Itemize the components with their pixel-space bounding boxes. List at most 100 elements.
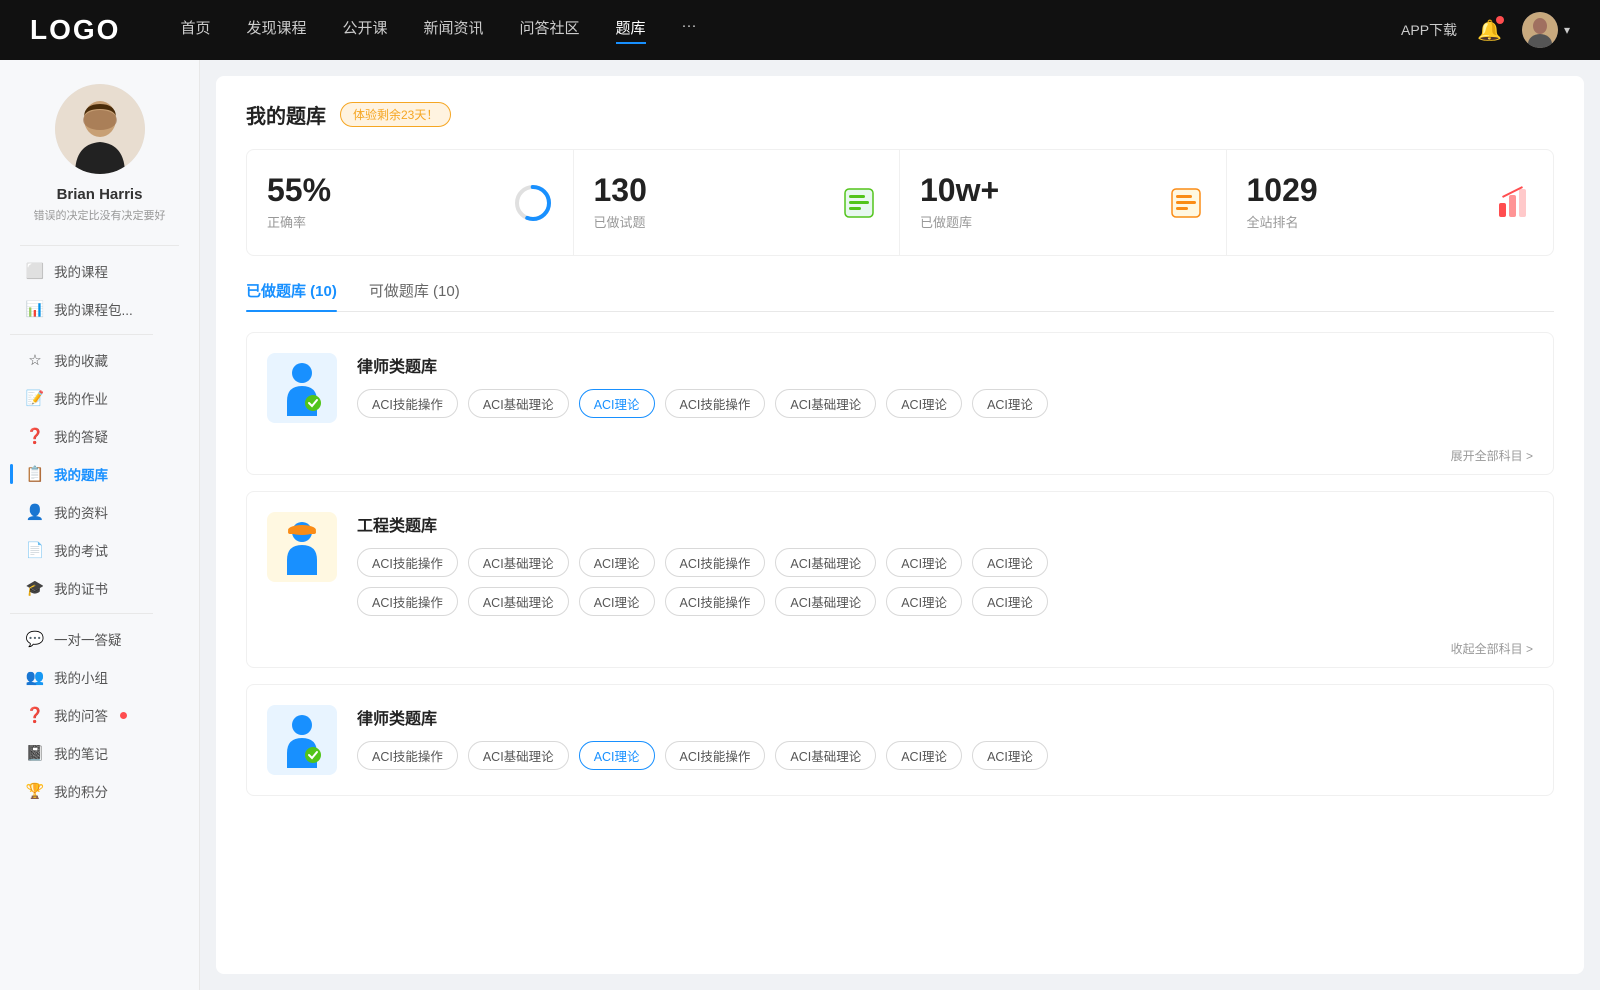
bank-tag[interactable]: ACI理论 (886, 587, 962, 616)
nav-avatar-button[interactable]: ▾ (1522, 12, 1570, 48)
bank-tag[interactable]: ACI理论 (972, 587, 1048, 616)
sidebar-item-favorites[interactable]: ☆ 我的收藏 (10, 341, 189, 379)
sidebar-label-notes: 我的笔记 (54, 743, 108, 763)
bank-tag-selected[interactable]: ACI理论 (579, 741, 655, 770)
stat-rank-icon (1493, 183, 1533, 223)
nav-link-open-course[interactable]: 公开课 (342, 17, 387, 44)
sidebar-menu: ⬜ 我的课程 📊 我的课程包... ☆ 我的收藏 📝 我的作业 ❓ 我的答疑 📋 (0, 252, 199, 810)
lawyer-icon-svg (277, 361, 327, 416)
sidebar-avatar (55, 84, 145, 174)
bank-card-lawyer-2-body: 律师类题库 ACI技能操作 ACI基础理论 ACI理论 ACI技能操作 ACI基… (357, 705, 1533, 770)
qa-icon: ❓ (26, 427, 44, 445)
bank-expand-lawyer-1[interactable]: 展开全部科目 > (247, 443, 1553, 474)
sidebar-label-certificates: 我的证书 (54, 578, 108, 598)
stat-accuracy-value: 55% (267, 174, 499, 206)
nav-link-home[interactable]: 首页 (180, 17, 210, 44)
stat-bank-done-label: 已做题库 (920, 212, 1152, 231)
bank-tag[interactable]: ACI技能操作 (357, 389, 458, 418)
bank-tag[interactable]: ACI基础理论 (468, 548, 569, 577)
sidebar-label-qa: 我的答疑 (54, 426, 108, 446)
nav-logo[interactable]: LOGO (30, 14, 120, 46)
bank-tag[interactable]: ACI基础理论 (775, 741, 876, 770)
sidebar-label-courses: 我的课程 (54, 261, 108, 281)
bank-card-engineer-1-inner: 工程类题库 ACI技能操作 ACI基础理论 ACI理论 ACI技能操作 ACI基… (247, 492, 1553, 636)
bank-card-engineer-1-tags-row1: ACI技能操作 ACI基础理论 ACI理论 ACI技能操作 ACI基础理论 AC… (357, 548, 1533, 577)
bank-tag[interactable]: ACI理论 (972, 548, 1048, 577)
sidebar-item-question-bank[interactable]: 📋 我的题库 (10, 455, 189, 493)
bank-tag-selected[interactable]: ACI理论 (579, 389, 655, 418)
sidebar: Brian Harris 错误的决定比没有决定要好 ⬜ 我的课程 📊 我的课程包… (0, 60, 200, 990)
tab-done-banks[interactable]: 已做题库 (10) (246, 280, 337, 311)
bank-tag[interactable]: ACI基础理论 (775, 548, 876, 577)
bank-tag[interactable]: ACI理论 (972, 389, 1048, 418)
nav-link-qa[interactable]: 问答社区 (520, 17, 580, 44)
bank-tag[interactable]: ACI理论 (972, 741, 1048, 770)
bank-card-engineer-1-tags-row2: ACI技能操作 ACI基础理论 ACI理论 ACI技能操作 ACI基础理论 AC… (357, 587, 1533, 616)
bank-tag[interactable]: ACI理论 (579, 548, 655, 577)
bank-tag[interactable]: ACI基础理论 (468, 741, 569, 770)
bank-tag[interactable]: ACI基础理论 (468, 587, 569, 616)
bank-tag[interactable]: ACI基础理论 (775, 587, 876, 616)
stat-questions-icon (839, 183, 879, 223)
bank-tag[interactable]: ACI技能操作 (665, 548, 766, 577)
sidebar-label-course-packages: 我的课程包... (54, 299, 133, 319)
bank-card-lawyer-2-tags: ACI技能操作 ACI基础理论 ACI理论 ACI技能操作 ACI基础理论 AC… (357, 741, 1533, 770)
sidebar-item-certificates[interactable]: 🎓 我的证书 (10, 569, 189, 607)
sidebar-item-homework[interactable]: 📝 我的作业 (10, 379, 189, 417)
bank-icon-lawyer-1 (267, 353, 337, 423)
page-wrap: Brian Harris 错误的决定比没有决定要好 ⬜ 我的课程 📊 我的课程包… (0, 60, 1600, 990)
sidebar-item-my-qa[interactable]: ❓ 我的问答 (10, 696, 189, 734)
nav-link-discover[interactable]: 发现课程 (246, 17, 306, 44)
stat-questions-value: 130 (594, 174, 826, 206)
sidebar-item-course-packages[interactable]: 📊 我的课程包... (10, 290, 189, 328)
stat-questions-label: 已做试题 (594, 212, 826, 231)
sidebar-item-profile[interactable]: 👤 我的资料 (10, 493, 189, 531)
tab-available-banks[interactable]: 可做题库 (10) (369, 280, 460, 311)
bank-tag[interactable]: ACI理论 (886, 741, 962, 770)
sidebar-label-homework: 我的作业 (54, 388, 108, 408)
bank-card-lawyer-1-title: 律师类题库 (357, 353, 1533, 377)
sidebar-item-groups[interactable]: 👥 我的小组 (10, 658, 189, 696)
nav-bell-button[interactable]: 🔔 (1477, 18, 1502, 43)
stat-bank-done-icon (1166, 183, 1206, 223)
bank-tag[interactable]: ACI技能操作 (665, 587, 766, 616)
sidebar-item-courses[interactable]: ⬜ 我的课程 (10, 252, 189, 290)
bank-card-lawyer-1: 律师类题库 ACI技能操作 ACI基础理论 ACI理论 ACI技能操作 ACI基… (246, 332, 1554, 475)
nav-links: 首页 发现课程 公开课 新闻资讯 问答社区 题库 ··· (180, 17, 1401, 44)
page-title: 我的题库 (246, 100, 326, 129)
nav-link-news[interactable]: 新闻资讯 (424, 17, 484, 44)
bank-tag[interactable]: ACI基础理论 (468, 389, 569, 418)
bank-card-engineer-1: 工程类题库 ACI技能操作 ACI基础理论 ACI理论 ACI技能操作 ACI基… (246, 491, 1554, 668)
bank-card-engineer-1-title: 工程类题库 (357, 512, 1533, 536)
bank-tag[interactable]: ACI技能操作 (665, 741, 766, 770)
bank-tag[interactable]: ACI理论 (886, 548, 962, 577)
sidebar-item-notes[interactable]: 📓 我的笔记 (10, 734, 189, 772)
bank-tag[interactable]: ACI技能操作 (357, 548, 458, 577)
stat-accuracy: 55% 正确率 (247, 150, 574, 255)
sidebar-item-points[interactable]: 🏆 我的积分 (10, 772, 189, 810)
engineer-icon-svg (277, 520, 327, 575)
nav-link-more[interactable]: ··· (682, 17, 697, 44)
navbar: LOGO 首页 发现课程 公开课 新闻资讯 问答社区 题库 ··· APP下载 … (0, 0, 1600, 60)
groups-icon: 👥 (26, 668, 44, 686)
bank-tag[interactable]: ACI技能操作 (357, 741, 458, 770)
sidebar-item-one-on-one[interactable]: 💬 一对一答疑 (10, 620, 189, 658)
bank-tag[interactable]: ACI理论 (886, 389, 962, 418)
bank-tag[interactable]: ACI基础理论 (775, 389, 876, 418)
nav-link-bank[interactable]: 题库 (616, 17, 646, 44)
sidebar-item-qa[interactable]: ❓ 我的答疑 (10, 417, 189, 455)
bank-tag[interactable]: ACI技能操作 (357, 587, 458, 616)
stat-rank-value: 1029 (1247, 174, 1480, 206)
bank-tag[interactable]: ACI技能操作 (665, 389, 766, 418)
nav-app-download[interactable]: APP下载 (1401, 20, 1457, 40)
trial-badge: 体验剩余23天！ (340, 102, 451, 127)
sidebar-label-points: 我的积分 (54, 781, 108, 801)
bank-tag[interactable]: ACI理论 (579, 587, 655, 616)
bank-collapse-engineer-1[interactable]: 收起全部科目 > (247, 636, 1553, 667)
one-on-one-icon: 💬 (26, 630, 44, 648)
points-icon: 🏆 (26, 782, 44, 800)
sidebar-label-groups: 我的小组 (54, 667, 108, 687)
stat-accuracy-info: 55% 正确率 (267, 174, 499, 231)
sidebar-item-exams[interactable]: 📄 我的考试 (10, 531, 189, 569)
sidebar-avatar-image (55, 84, 145, 174)
